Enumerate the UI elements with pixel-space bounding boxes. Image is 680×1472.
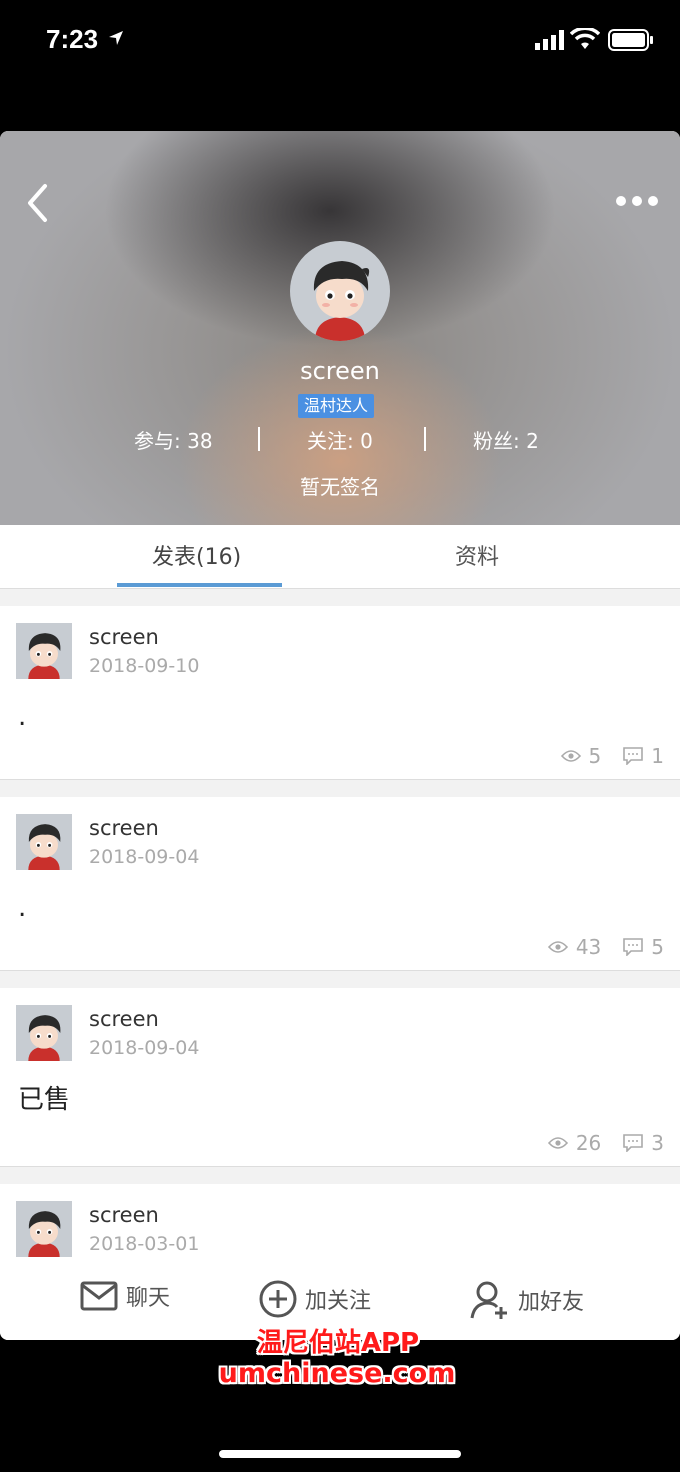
rank-badge: 温村达人 xyxy=(298,394,374,418)
post-date: 2018-09-04 xyxy=(89,846,200,868)
eye-icon xyxy=(547,941,568,953)
post-date: 2018-09-04 xyxy=(89,1037,200,1059)
view-count: 5 xyxy=(588,744,602,768)
follow-button[interactable]: 加关注 xyxy=(259,1280,371,1318)
follow-label: 加关注 xyxy=(305,1289,372,1314)
post-meta: 5 1 xyxy=(560,744,664,768)
stat-divider xyxy=(258,427,260,451)
stat-followers[interactable]: 粉丝: 2 xyxy=(473,425,539,454)
view-count: 26 xyxy=(575,1131,602,1155)
post-author[interactable]: screen xyxy=(89,1203,159,1227)
post-meta: 43 5 xyxy=(547,935,664,959)
status-bar: 7:23 xyxy=(0,0,680,90)
chat-button[interactable]: 聊天 xyxy=(80,1280,170,1312)
post-date: 2018-03-01 xyxy=(89,1233,200,1255)
tab-posts[interactable]: 发表(16) xyxy=(152,539,241,571)
post-avatar[interactable] xyxy=(16,814,72,870)
cartoon-boy-avatar-icon xyxy=(28,1015,61,1061)
location-arrow-icon xyxy=(109,31,123,45)
mail-icon xyxy=(80,1281,118,1311)
post-author[interactable]: screen xyxy=(89,1007,159,1031)
battery-icon xyxy=(608,29,653,51)
post-date: 2018-09-10 xyxy=(89,655,200,677)
add-friend-button[interactable]: 加好友 xyxy=(470,1280,584,1320)
cartoon-boy-avatar-icon xyxy=(28,824,61,870)
avatar[interactable] xyxy=(290,241,390,341)
wifi-icon xyxy=(570,28,600,49)
cellular-signal-icon xyxy=(535,30,564,50)
comment-count: 3 xyxy=(651,1131,664,1155)
stat-following[interactable]: 关注: 0 xyxy=(307,425,373,454)
comment-icon xyxy=(623,747,644,765)
add-friend-label: 加好友 xyxy=(518,1290,585,1315)
view-count: 43 xyxy=(575,935,602,959)
eye-icon xyxy=(560,750,581,762)
post-card[interactable]: screen 2018-09-04 已售 26 3 xyxy=(0,988,680,1167)
profile-name: screen xyxy=(300,357,380,385)
comment-icon xyxy=(623,938,644,956)
watermark-line-1: 温尼伯站APP xyxy=(256,1328,420,1358)
post-content: . xyxy=(18,893,27,923)
app-screen: screen 温村达人 参与: 38 关注: 0 粉丝: 2 暂无签名 发表(1… xyxy=(0,131,680,1340)
comment-count: 5 xyxy=(651,935,664,959)
post-meta: 26 3 xyxy=(547,1131,664,1155)
stat-divider xyxy=(424,427,426,451)
post-avatar[interactable] xyxy=(16,1201,72,1257)
post-avatar[interactable] xyxy=(16,623,72,679)
profile-tabs: 发表(16) 资料 xyxy=(0,525,680,589)
tab-info[interactable]: 资料 xyxy=(455,539,499,571)
home-indicator[interactable] xyxy=(219,1450,461,1458)
post-content: 已售 xyxy=(18,1085,71,1115)
post-author[interactable]: screen xyxy=(89,816,159,840)
status-time: 7:23 xyxy=(46,24,99,54)
cartoon-boy-avatar-icon xyxy=(313,261,370,341)
chat-label: 聊天 xyxy=(126,1286,171,1311)
add-user-icon xyxy=(470,1281,507,1319)
more-dots-icon[interactable] xyxy=(615,195,659,207)
watermark-line-2: umchinese.com xyxy=(218,1358,456,1389)
post-content: . xyxy=(18,702,27,732)
stat-participation[interactable]: 参与: 38 xyxy=(134,425,213,454)
active-tab-indicator xyxy=(117,583,282,587)
back-chevron-icon[interactable] xyxy=(26,183,48,223)
profile-signature: 暂无签名 xyxy=(300,475,380,499)
post-avatar[interactable] xyxy=(16,1005,72,1061)
plus-circle-icon xyxy=(259,1280,297,1318)
cartoon-boy-avatar-icon xyxy=(28,633,61,679)
eye-icon xyxy=(547,1137,568,1149)
post-card[interactable]: screen 2018-09-10 . 5 1 xyxy=(0,606,680,780)
comment-icon xyxy=(623,1134,644,1152)
post-card[interactable]: screen 2018-09-04 . 43 5 xyxy=(0,797,680,971)
profile-header: screen 温村达人 参与: 38 关注: 0 粉丝: 2 暂无签名 xyxy=(0,131,680,525)
post-author[interactable]: screen xyxy=(89,625,159,649)
cartoon-boy-avatar-icon xyxy=(28,1211,61,1257)
comment-count: 1 xyxy=(651,744,664,768)
